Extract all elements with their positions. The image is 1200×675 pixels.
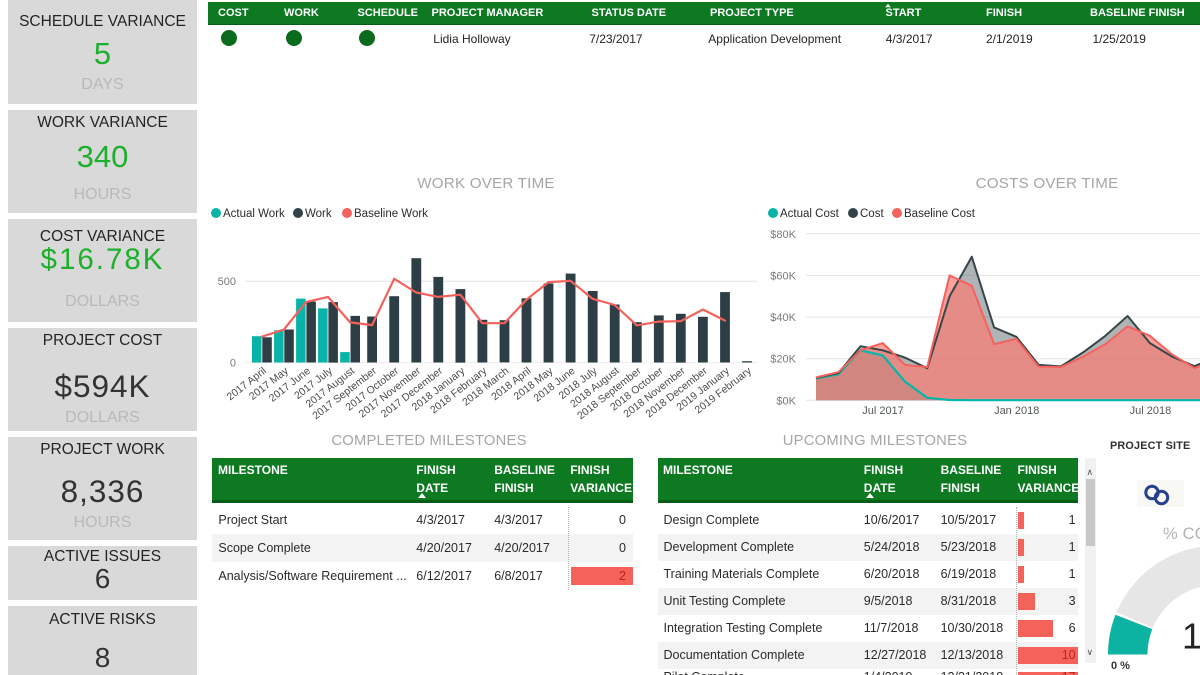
svg-text:$0K: $0K [776,395,796,407]
svg-text:$60K: $60K [770,270,796,282]
svg-text:Baseline Work: Baseline Work [354,208,428,220]
svg-text:12 %: 12 % [1182,616,1200,657]
svg-text:$40K: $40K [770,312,796,324]
svg-text:Jan 2018: Jan 2018 [994,405,1039,417]
svg-text:500: 500 [218,276,236,288]
svg-text:0 %: 0 % [1111,660,1130,672]
svg-text:Actual Cost: Actual Cost [780,208,840,220]
svg-text:Work: Work [305,208,332,220]
svg-text:$80K: $80K [770,229,796,241]
svg-text:Baseline Cost: Baseline Cost [904,208,976,220]
svg-text:Jul 2017: Jul 2017 [862,405,904,417]
svg-text:Actual Work: Actual Work [223,208,285,220]
svg-text:Cost: Cost [860,208,884,220]
svg-text:0: 0 [230,358,236,370]
svg-text:$20K: $20K [770,354,796,366]
svg-text:Jul 2018: Jul 2018 [1130,405,1172,417]
